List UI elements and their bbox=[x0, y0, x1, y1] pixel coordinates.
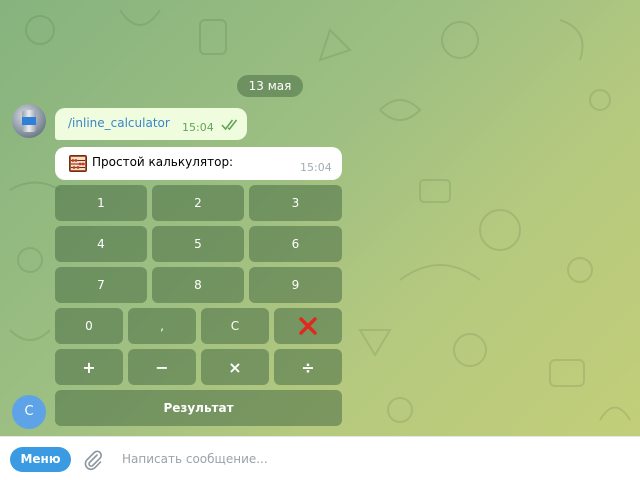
date-separator: 13 мая bbox=[237, 75, 303, 97]
key-9[interactable]: 9 bbox=[249, 267, 342, 303]
key-6[interactable]: 6 bbox=[249, 226, 342, 262]
message-text: Простой калькулятор: bbox=[92, 155, 234, 169]
key-label: 3 bbox=[291, 196, 300, 210]
key-label: C bbox=[230, 319, 240, 333]
key-minus[interactable]: − bbox=[128, 349, 196, 385]
key-delete[interactable] bbox=[274, 308, 342, 344]
key-label: 5 bbox=[194, 237, 202, 251]
key-label: , bbox=[160, 319, 164, 333]
cross-mark-icon bbox=[299, 317, 317, 335]
message-input-bar: Меню bbox=[0, 436, 640, 480]
incoming-message[interactable]: Простой калькулятор: 15:04 bbox=[55, 147, 342, 180]
key-label: ÷ bbox=[301, 357, 315, 377]
key-label: 2 bbox=[194, 196, 202, 210]
key-0[interactable]: 0 bbox=[55, 308, 123, 344]
key-label: + bbox=[82, 357, 96, 377]
key-plus[interactable]: + bbox=[55, 349, 123, 385]
double-check-icon bbox=[221, 119, 238, 131]
key-4[interactable]: 4 bbox=[55, 226, 147, 262]
key-label: 6 bbox=[291, 237, 300, 251]
key-label: Результат bbox=[163, 401, 234, 415]
bot-avatar[interactable] bbox=[12, 104, 46, 138]
abacus-icon bbox=[69, 155, 87, 172]
message-time: 15:04 bbox=[300, 161, 332, 174]
key-label: 9 bbox=[291, 278, 300, 292]
key-label: − bbox=[155, 357, 169, 377]
message-time: 15:04 bbox=[182, 121, 214, 134]
key-5[interactable]: 5 bbox=[152, 226, 244, 262]
key-7[interactable]: 7 bbox=[55, 267, 147, 303]
chat-area: 13 мая /inline_calculator 15:04 Простой … bbox=[0, 0, 640, 436]
message-input[interactable] bbox=[118, 448, 626, 470]
key-2[interactable]: 2 bbox=[152, 185, 244, 221]
key-label: 8 bbox=[194, 278, 202, 292]
bot-command-link[interactable]: /inline_calculator bbox=[68, 116, 170, 130]
key-label: 7 bbox=[97, 278, 105, 292]
key-clear[interactable]: C bbox=[201, 308, 269, 344]
key-label: 0 bbox=[85, 319, 93, 333]
user-avatar[interactable]: С bbox=[12, 395, 46, 429]
key-1[interactable]: 1 bbox=[55, 185, 147, 221]
can-label-icon bbox=[22, 117, 36, 125]
key-label: × bbox=[228, 357, 242, 377]
menu-button[interactable]: Меню bbox=[10, 447, 71, 472]
key-label: 1 bbox=[97, 196, 105, 210]
key-8[interactable]: 8 bbox=[152, 267, 244, 303]
key-multiply[interactable]: × bbox=[201, 349, 269, 385]
result-button[interactable]: Результат bbox=[55, 390, 342, 426]
key-label: 4 bbox=[97, 237, 105, 251]
paperclip-icon[interactable] bbox=[82, 449, 104, 471]
key-divide[interactable]: ÷ bbox=[274, 349, 342, 385]
key-3[interactable]: 3 bbox=[249, 185, 342, 221]
key-comma[interactable]: , bbox=[128, 308, 196, 344]
outgoing-message[interactable]: /inline_calculator 15:04 bbox=[55, 108, 247, 140]
